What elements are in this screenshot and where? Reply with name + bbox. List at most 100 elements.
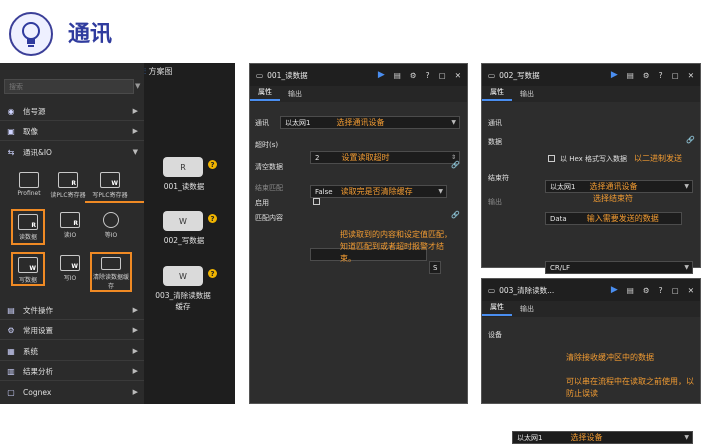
- chevron-right-icon: ▶: [132, 367, 138, 375]
- tool-write-data[interactable]: W 写数据: [11, 252, 45, 286]
- tool-read-io[interactable]: R 读IO: [52, 212, 88, 239]
- category-result-analysis[interactable]: ▥ 结果分析 ▶: [0, 362, 144, 380]
- warning-icon: ?: [208, 269, 217, 278]
- cognex-icon: ▢: [7, 387, 15, 397]
- close-icon[interactable]: ✕: [455, 71, 461, 80]
- category-common-settings[interactable]: ⚙ 常用设置 ▶: [0, 321, 144, 339]
- end-char-label: 结束符: [488, 174, 509, 182]
- category-label: 常用设置: [23, 325, 53, 335]
- clear-cache-icon: [101, 257, 121, 270]
- gear-icon[interactable]: ⚙: [643, 286, 650, 295]
- profinet-icon: [19, 172, 39, 188]
- category-comm-io[interactable]: ⇆ 通讯&IO ▼: [0, 143, 144, 161]
- divider: [0, 380, 144, 381]
- flow-canvas[interactable]: [144, 63, 235, 404]
- link-icon[interactable]: 🔗: [686, 136, 695, 144]
- tool-read-plc[interactable]: R 读PLC寄存器: [50, 172, 86, 199]
- maximize-icon[interactable]: ▢: [672, 71, 679, 80]
- device-value: 以太网1: [517, 433, 543, 442]
- dialog-titlebar: ▭ 002_写数据 ▶ ▤ ⚙ ? ▢ ✕: [482, 64, 700, 86]
- chevron-down-icon: ▼: [451, 119, 456, 126]
- page-title: 通讯: [68, 22, 113, 47]
- dialog-title: 001_读数据: [267, 70, 308, 80]
- comm-select[interactable]: 以太网1 选择通讯设备 ▼: [280, 116, 460, 129]
- comm-select[interactable]: 以太网1 选择通讯设备 ▼: [545, 180, 693, 193]
- category-cognex[interactable]: ▢ Cognex ▶: [0, 383, 144, 401]
- tool-write-plc[interactable]: W 写PLC寄存器: [92, 172, 128, 199]
- clear-data-select[interactable]: False 读取完是否清除缓存 ▼: [310, 185, 447, 198]
- data-label: 数据: [488, 138, 502, 146]
- write-plc-icon: W: [100, 172, 120, 188]
- enable-checkbox[interactable]: [313, 198, 320, 205]
- preview-icon[interactable]: ▤: [394, 71, 401, 80]
- device-label: 设备: [488, 331, 502, 339]
- hex-checkbox[interactable]: [548, 155, 555, 162]
- timeout-label: 超时(s): [255, 141, 279, 149]
- help-icon[interactable]: ?: [426, 71, 430, 80]
- close-icon[interactable]: ✕: [688, 71, 694, 80]
- tab-output[interactable]: 输出: [512, 304, 542, 314]
- tool-profinet[interactable]: Profinet: [11, 172, 47, 197]
- annotation: 选择设备: [570, 433, 603, 442]
- help-icon[interactable]: ?: [659, 71, 663, 80]
- gear-icon[interactable]: ⚙: [410, 71, 417, 80]
- tab-properties[interactable]: 属性: [482, 87, 512, 101]
- chevron-down-icon: ▼: [132, 148, 138, 156]
- category-label: 系统: [23, 346, 38, 356]
- end-char-value: CR/LF: [550, 263, 571, 272]
- run-icon[interactable]: ▶: [378, 70, 385, 80]
- tab-solution-diagram[interactable]: ⫶ 方案图: [144, 66, 173, 77]
- maximize-icon[interactable]: ▢: [672, 286, 679, 295]
- flow-node[interactable]: W: [163, 211, 203, 231]
- write-data-icon: W: [18, 257, 38, 273]
- run-icon[interactable]: ▶: [611, 285, 618, 295]
- help-icon[interactable]: ?: [659, 286, 663, 295]
- timeout-input[interactable]: 2 设置读取超时 ⇕: [310, 151, 460, 164]
- write-data-dialog: ▭ 002_写数据 ▶ ▤ ⚙ ? ▢ ✕ 属性 输出: [481, 63, 701, 268]
- link-icon[interactable]: 🔗: [451, 161, 460, 169]
- category-label: 信号源: [23, 106, 46, 116]
- read-plc-icon: R: [58, 172, 78, 188]
- flow-node[interactable]: R: [163, 157, 203, 177]
- data-input[interactable]: Data 输入需要发送的数据: [545, 212, 682, 225]
- tool-label: 读数据: [18, 234, 37, 241]
- file-icon: ▤: [7, 305, 15, 315]
- wait-io-icon: [103, 212, 119, 228]
- tab-output[interactable]: 输出: [512, 89, 542, 99]
- node-icon: W: [179, 271, 187, 281]
- tab-output[interactable]: 输出: [280, 89, 310, 99]
- category-signal[interactable]: ◉ 信号源 ▶: [0, 102, 144, 120]
- tab-properties[interactable]: 属性: [482, 302, 512, 316]
- run-icon[interactable]: ▶: [611, 70, 618, 80]
- tool-wait-io[interactable]: 等IO: [93, 212, 129, 239]
- section-output[interactable]: 输出: [488, 197, 502, 207]
- tool-read-data[interactable]: R 读数据: [11, 209, 45, 245]
- category-label: 通讯&IO: [23, 147, 52, 157]
- close-icon[interactable]: ✕: [688, 286, 694, 295]
- hex-note: 以二进制发送: [634, 154, 682, 163]
- flow-node[interactable]: W: [163, 266, 203, 286]
- chevron-down-icon[interactable]: ▼: [135, 82, 140, 90]
- maximize-icon[interactable]: ▢: [439, 71, 446, 80]
- stepper-icon[interactable]: ⇕: [451, 154, 456, 161]
- category-file[interactable]: ▤ 文件操作 ▶: [0, 301, 144, 319]
- link-icon[interactable]: 🔗: [451, 211, 460, 219]
- tool-label: Profinet: [17, 190, 41, 197]
- warning-icon: ?: [208, 160, 217, 169]
- device-select[interactable]: 以太网1 选择设备 ▼: [512, 431, 693, 444]
- section-end-match[interactable]: 结束匹配: [255, 183, 283, 193]
- gear-icon[interactable]: ⚙: [643, 71, 650, 80]
- node-icon: ▭: [488, 285, 496, 295]
- tool-write-io[interactable]: W 写IO: [52, 255, 88, 282]
- end-char-select[interactable]: CR/LF ▼: [545, 261, 693, 274]
- tool-clear-cache[interactable]: 清除读数据缓存: [90, 252, 132, 292]
- search-input[interactable]: 搜索: [4, 79, 134, 94]
- comm-value: 以太网1: [550, 182, 576, 191]
- logo: [9, 12, 53, 56]
- preview-icon[interactable]: ▤: [627, 71, 634, 80]
- category-system[interactable]: ▦ 系统 ▶: [0, 342, 144, 360]
- category-image[interactable]: ▣ 取像 ▶: [0, 122, 144, 140]
- node-icon: ▭: [256, 70, 264, 80]
- tab-properties[interactable]: 属性: [250, 87, 280, 101]
- preview-icon[interactable]: ▤: [627, 286, 634, 295]
